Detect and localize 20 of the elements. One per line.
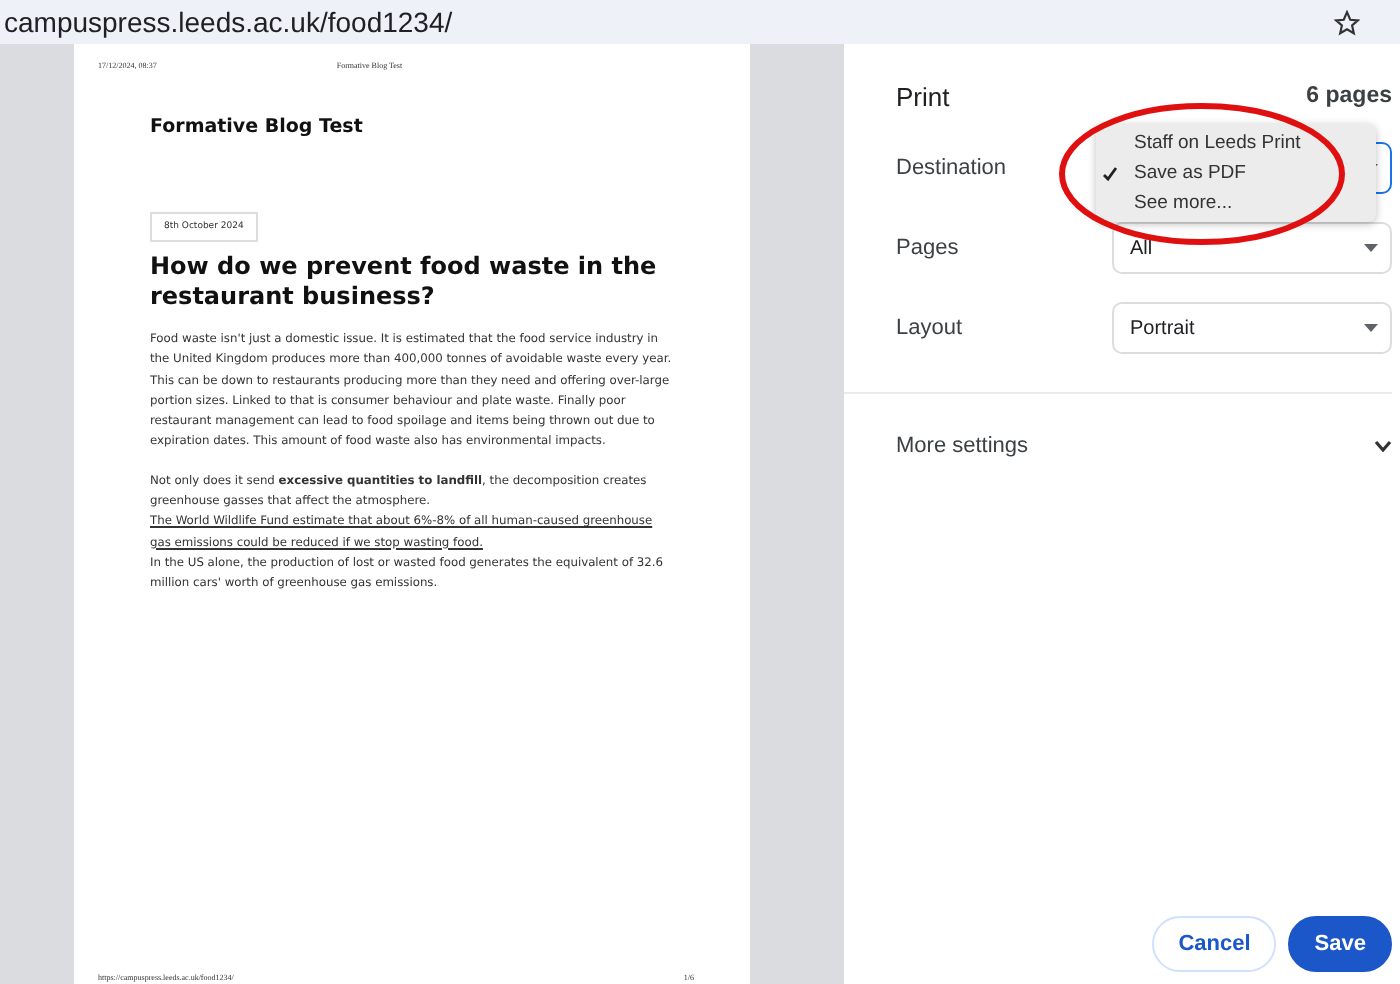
menu-item[interactable]: See more...: [1096, 188, 1376, 218]
setting-select[interactable]: Portrait: [1112, 302, 1392, 354]
site-title: Formative Blog Test: [150, 116, 365, 138]
setting-label: Pages: [896, 236, 959, 260]
post-heading: How do we prevent food waste in the restaurant business?: [150, 252, 659, 312]
save-button[interactable]: Save: [1288, 916, 1392, 972]
more-settings-toggle[interactable]: More settings: [896, 394, 1392, 498]
menu-item[interactable]: Staff on Leeds Print: [1096, 128, 1376, 158]
dropdown-caret-icon: [1364, 324, 1378, 332]
dropdown-caret-icon: [1364, 244, 1378, 252]
print-title: Print: [896, 81, 950, 111]
menu-item[interactable]: Save as PDF: [1096, 158, 1376, 188]
cancel-button[interactable]: Cancel: [1152, 916, 1277, 972]
setting-label: Layout: [896, 316, 963, 340]
chevron-icon: [1374, 440, 1392, 452]
setting-label: Destination: [896, 156, 1007, 180]
setting-select[interactable]: All: [1112, 222, 1392, 274]
checkmark-icon: [1102, 165, 1118, 181]
star-icon[interactable]: [1334, 9, 1360, 35]
page-count: 6 pages: [1306, 84, 1392, 108]
